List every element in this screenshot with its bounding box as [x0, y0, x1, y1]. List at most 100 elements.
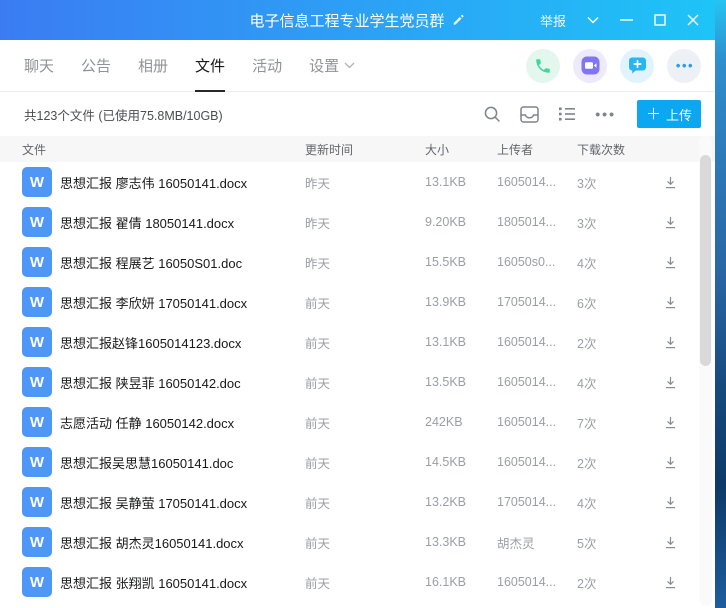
file-name[interactable]: 思想汇报 胡杰灵16050141.docx: [60, 533, 305, 552]
file-download-count: 2次: [577, 453, 655, 472]
voice-call-button[interactable]: [526, 49, 560, 83]
table-row[interactable]: W 思想汇报 吴静萤 17050141.docx 前天 13.2KB 17050…: [0, 482, 715, 522]
col-header-file[interactable]: 文件: [22, 141, 305, 158]
tab-chat[interactable]: 聊天: [24, 40, 54, 92]
download-button[interactable]: [655, 407, 685, 437]
file-name[interactable]: 思想汇报吴思慧16050141.doc: [60, 453, 305, 472]
download-icon: [662, 214, 679, 231]
download-icon: [662, 454, 679, 471]
search-icon: [483, 105, 501, 123]
download-icon: [662, 534, 679, 551]
file-uploader: 1605014...: [497, 375, 577, 389]
file-name[interactable]: 思想汇报赵锋1605014123.docx: [60, 333, 305, 352]
scrollbar-thumb[interactable]: [700, 155, 711, 366]
window-controls: 举报: [540, 11, 715, 30]
download-icon: [662, 334, 679, 351]
table-row[interactable]: W 思想汇报 陕昱菲 16050142.doc 前天 13.5KB 160501…: [0, 362, 715, 402]
download-button[interactable]: [655, 327, 685, 357]
download-icon: [662, 294, 679, 311]
file-size: 16.1KB: [425, 575, 497, 589]
file-name[interactable]: 思想汇报 程展艺 16050S01.doc: [60, 253, 305, 272]
download-button[interactable]: [655, 247, 685, 277]
download-button[interactable]: [655, 367, 685, 397]
file-update-time: 前天: [305, 493, 425, 512]
title-dropdown-icon[interactable]: [587, 16, 599, 24]
download-icon: [662, 574, 679, 591]
more-tools-button[interactable]: •••: [595, 107, 616, 121]
file-download-count: 2次: [577, 333, 655, 352]
tab-album[interactable]: 相册: [138, 40, 168, 92]
table-row[interactable]: W 思想汇报 程展艺 16050S01.doc 昨天 15.5KB 16050s…: [0, 242, 715, 282]
tab-announcement[interactable]: 公告: [81, 40, 111, 92]
file-name[interactable]: 思想汇报 翟倩 18050141.docx: [60, 213, 305, 232]
table-row[interactable]: W 志愿活动 任静 16050142.docx 前天 242KB 1605014…: [0, 402, 715, 442]
table-row[interactable]: W 思想汇报赵锋1605014123.docx 前天 13.1KB 160501…: [0, 322, 715, 362]
maximize-button[interactable]: [654, 14, 666, 26]
file-count-stats: 共123个文件 (已使用75.8MB/10GB): [24, 105, 223, 124]
file-download-count: 7次: [577, 413, 655, 432]
group-file-window: 电子信息工程专业学生党员群 举报: [0, 0, 726, 608]
file-update-time: 前天: [305, 373, 425, 392]
chat-bubble-plus-icon: [628, 56, 647, 75]
group-title: 电子信息工程专业学生党员群: [249, 10, 465, 31]
video-camera-icon: [581, 56, 600, 75]
inbox-tray-button[interactable]: [520, 106, 539, 123]
new-chat-button[interactable]: [620, 49, 654, 83]
file-update-time: 前天: [305, 573, 425, 592]
qq-group-window: 电子信息工程专业学生党员群 举报: [0, 0, 715, 608]
word-file-icon: W: [22, 327, 52, 357]
video-call-button[interactable]: [573, 49, 607, 83]
col-header-time[interactable]: 更新时间: [305, 141, 425, 158]
file-name[interactable]: 思想汇报 廖志伟 16050141.docx: [60, 173, 305, 192]
download-button[interactable]: [655, 487, 685, 517]
report-button[interactable]: 举报: [540, 11, 566, 30]
download-button[interactable]: [655, 447, 685, 477]
group-title-text: 电子信息工程专业学生党员群: [249, 10, 444, 31]
file-uploader: 1605014...: [497, 575, 577, 589]
table-row[interactable]: W 思想汇报 李欣妍 17050141.docx 前天 13.9KB 17050…: [0, 282, 715, 322]
file-update-time: 前天: [305, 453, 425, 472]
table-row[interactable]: W 思想汇报 翟倩 18050141.docx 昨天 9.20KB 180501…: [0, 202, 715, 242]
col-header-uploader[interactable]: 上传者: [497, 141, 577, 158]
more-actions-button[interactable]: •••: [667, 49, 701, 83]
table-row[interactable]: W 思想汇报 胡杰灵16050141.docx 前天 13.3KB 胡杰灵 5次: [0, 522, 715, 562]
table-row[interactable]: W 思想汇报吴思慧16050141.doc 前天 14.5KB 1605014.…: [0, 442, 715, 482]
col-header-size[interactable]: 大小: [425, 141, 497, 158]
file-download-count: 4次: [577, 253, 655, 272]
col-header-downloads[interactable]: 下载次数: [577, 141, 715, 158]
tab-settings[interactable]: 设置: [309, 40, 355, 92]
file-update-time: 昨天: [305, 213, 425, 232]
download-button[interactable]: [655, 287, 685, 317]
file-name[interactable]: 思想汇报 陕昱菲 16050142.doc: [60, 373, 305, 392]
file-update-time: 前天: [305, 293, 425, 312]
table-row[interactable]: W 思想汇报 张翔凯 16050141.docx 前天 16.1KB 16050…: [0, 562, 715, 602]
file-update-time: 前天: [305, 333, 425, 352]
search-button[interactable]: [483, 105, 501, 123]
phone-icon: [534, 57, 552, 75]
file-name[interactable]: 思想汇报 张翔凯 16050141.docx: [60, 573, 305, 592]
file-name[interactable]: 思想汇报 吴静萤 17050141.docx: [60, 493, 305, 512]
tab-activity[interactable]: 活动: [252, 40, 282, 92]
file-uploader: 1705014...: [497, 295, 577, 309]
file-size: 13.9KB: [425, 295, 497, 309]
plus-icon: ＋: [646, 107, 661, 122]
download-button[interactable]: [655, 527, 685, 557]
scrollbar-track[interactable]: [699, 136, 712, 606]
file-name[interactable]: 志愿活动 任静 16050142.docx: [60, 413, 305, 432]
file-name[interactable]: 思想汇报 李欣妍 17050141.docx: [60, 293, 305, 312]
minimize-button[interactable]: [620, 14, 633, 26]
table-row[interactable]: W 思想汇报 廖志伟 16050141.docx 昨天 13.1KB 16050…: [0, 162, 715, 202]
upload-button[interactable]: ＋上传: [637, 100, 701, 128]
download-button[interactable]: [655, 567, 685, 597]
title-bar: 电子信息工程专业学生党员群 举报: [0, 0, 715, 40]
file-uploader: 1605014...: [497, 415, 577, 429]
inbox-tray-icon: [520, 106, 539, 123]
edit-group-name-icon[interactable]: [452, 13, 466, 27]
download-button[interactable]: [655, 207, 685, 237]
close-button[interactable]: [687, 14, 699, 26]
download-button[interactable]: [655, 167, 685, 197]
tab-files[interactable]: 文件: [195, 40, 225, 92]
list-view-button[interactable]: [558, 106, 576, 122]
file-size: 13.5KB: [425, 375, 497, 389]
word-file-icon: W: [22, 487, 52, 517]
